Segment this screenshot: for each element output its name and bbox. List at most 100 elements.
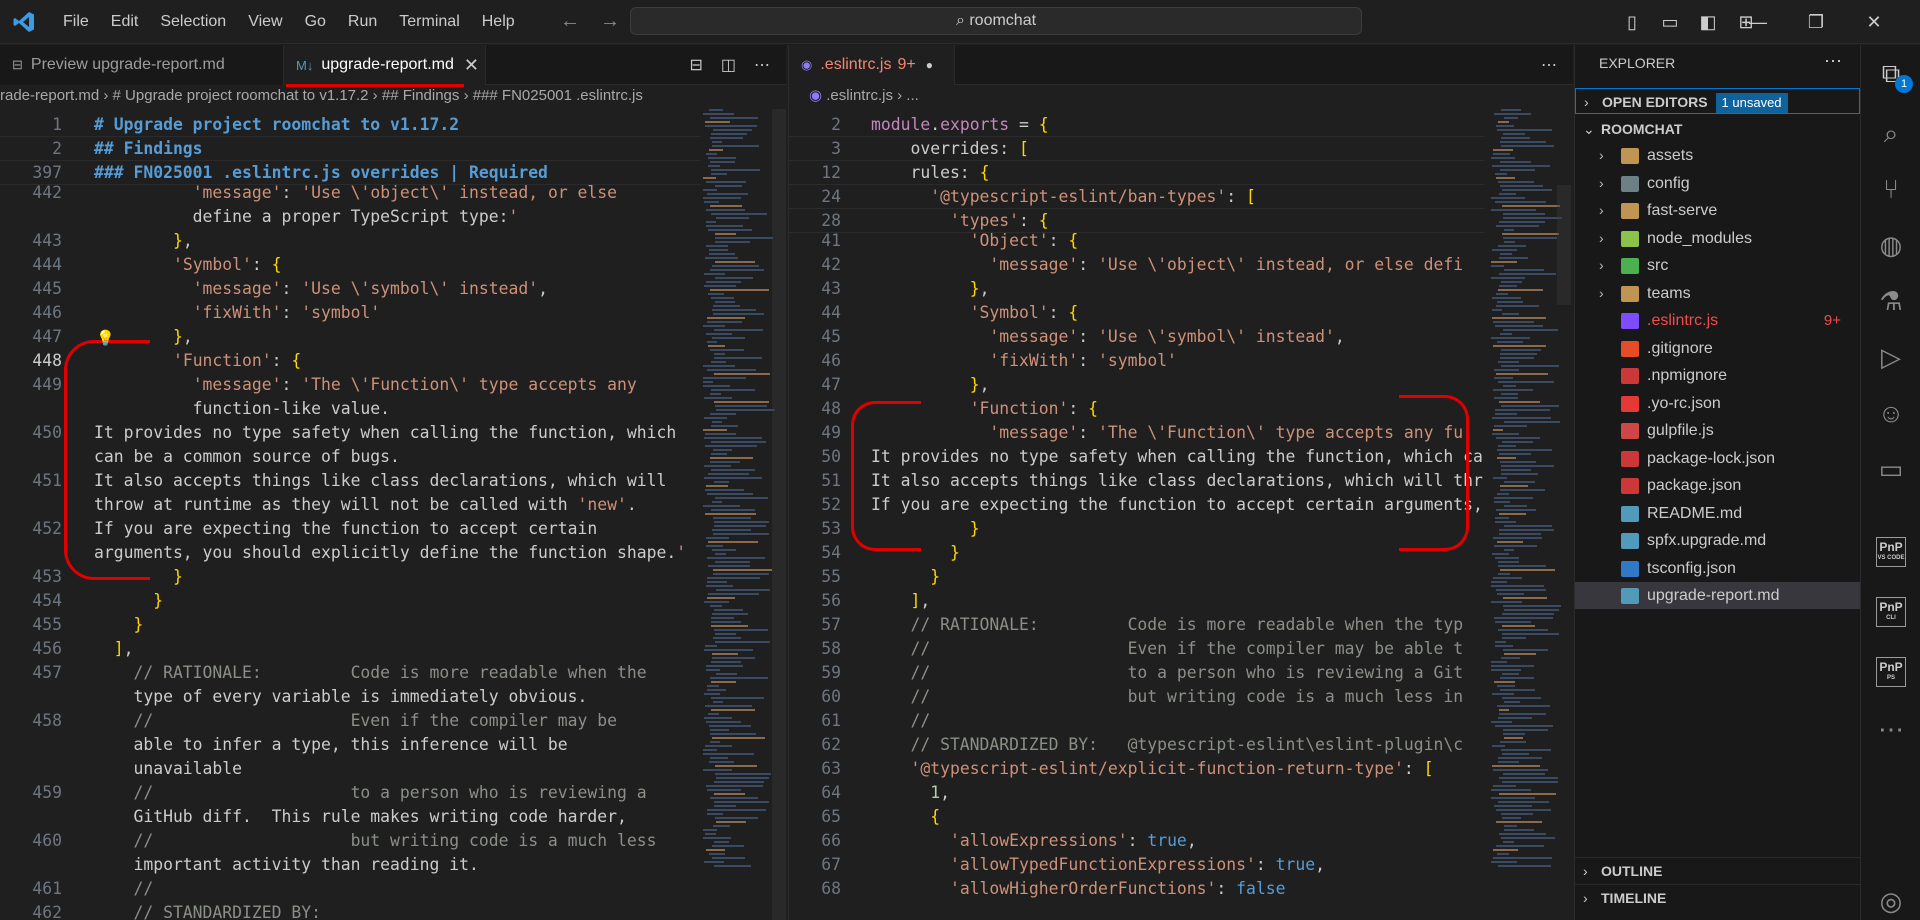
code-line[interactable]: unavailable (0, 757, 700, 781)
tree-folder[interactable]: › config (1575, 170, 1861, 197)
tree-file[interactable]: .npmignore (1575, 362, 1861, 389)
code-line[interactable]: 460 // but writing code is a much less (0, 829, 700, 853)
code-line[interactable]: 457 // RATIONALE: Code is more readable … (0, 661, 700, 685)
tree-file[interactable]: upgrade-report.md (1575, 582, 1861, 609)
code-line[interactable]: 55 } (789, 565, 1484, 589)
tree-file[interactable]: .eslintrc.js 9+ (1575, 307, 1861, 334)
source-control-icon[interactable]: ⑂ (1875, 173, 1907, 205)
more-icon[interactable]: ⋯ (1875, 713, 1907, 745)
code-line[interactable]: type of every variable is immediately ob… (0, 685, 700, 709)
code-line[interactable]: 462 // STANDARDIZED BY: (0, 901, 700, 920)
menu-help[interactable]: Help (471, 13, 526, 31)
tree-file[interactable]: .yo-rc.json (1575, 390, 1861, 417)
code-line[interactable]: 67 'allowTypedFunctionExpressions': true… (789, 853, 1484, 877)
code-line[interactable]: 43 }, (789, 277, 1484, 301)
more-actions-icon[interactable]: ⋯ (754, 55, 770, 75)
code-line[interactable]: 59 // to a person who is reviewing a Git (789, 661, 1484, 685)
sticky-scroll-line[interactable]: 1 # Upgrade project roomchat to v1.17.2 (0, 113, 700, 137)
timeline-section[interactable]: › TIMELINE (1575, 884, 1861, 910)
back-arrow-icon[interactable]: ← (560, 10, 600, 32)
accounts-icon[interactable]: ◎ (1875, 885, 1907, 917)
tree-file[interactable]: tsconfig.json (1575, 555, 1861, 582)
code-line[interactable]: 444 'Symbol': { (0, 253, 700, 277)
code-line[interactable]: 68 'allowHigherOrderFunctions': false (789, 877, 1484, 901)
code-line[interactable]: 56 ], (789, 589, 1484, 613)
pnp-ps-icon[interactable]: PnP PS (1876, 657, 1906, 687)
outline-section[interactable]: › OUTLINE (1575, 857, 1861, 883)
more-actions-icon[interactable]: ⋯ (1541, 55, 1557, 75)
tree-folder[interactable]: › teams (1575, 280, 1861, 307)
tree-file[interactable]: package-lock.json (1575, 445, 1861, 472)
code-line[interactable]: 63 '@typescript-eslint/explicit-function… (789, 757, 1484, 781)
restore-icon[interactable]: ❐ (1804, 10, 1828, 34)
tab-preview-upgrade-report[interactable]: ⊟ Preview upgrade-report.md (0, 45, 284, 85)
unsaved-dot-icon[interactable]: ● (926, 58, 933, 72)
pnp-vscode-icon[interactable]: PnP VS CODE (1876, 537, 1906, 567)
tree-folder[interactable]: › src (1575, 252, 1861, 279)
code-line[interactable]: GitHub diff. This rule makes writing cod… (0, 805, 700, 829)
tree-folder[interactable]: › node_modules (1575, 225, 1861, 252)
code-line[interactable]: 60 // but writing code is a much less in (789, 685, 1484, 709)
tab-eslintrc[interactable]: ◉ .eslintrc.js 9+ ● (789, 45, 955, 85)
menu-view[interactable]: View (237, 13, 293, 31)
code-line[interactable]: 47 }, (789, 373, 1484, 397)
code-line[interactable]: 442 'message': 'Use \'object\' instead, … (0, 181, 700, 205)
code-line[interactable]: 41 'Object': { (789, 229, 1484, 253)
toggle-panel-icon[interactable]: ▭ (1658, 10, 1682, 34)
code-line[interactable]: 445 'message': 'Use \'symbol\' instead', (0, 277, 700, 301)
close-icon[interactable]: ✕ (464, 55, 479, 76)
menu-run[interactable]: Run (337, 13, 388, 31)
search-icon[interactable]: ⌕ (1875, 117, 1907, 149)
scrollbar[interactable] (1557, 185, 1571, 305)
tree-folder[interactable]: › fast-serve (1575, 197, 1861, 224)
more-actions-icon[interactable]: ⋯ (1824, 51, 1842, 72)
code-line[interactable]: 66 'allowExpressions': true, (789, 829, 1484, 853)
sticky-scroll-line[interactable]: 3 overrides: [ (789, 137, 1484, 161)
code-line[interactable]: 458 // Even if the compiler may be (0, 709, 700, 733)
code-line[interactable]: 454 } (0, 589, 700, 613)
minimap[interactable] (703, 109, 783, 920)
code-line[interactable]: 58 // Even if the compiler may be able t (789, 637, 1484, 661)
code-line[interactable]: 455 } (0, 613, 700, 637)
code-line[interactable]: define a proper TypeScript type:' (0, 205, 700, 229)
code-line[interactable]: 42 'message': 'Use \'object\' instead, o… (789, 253, 1484, 277)
tree-file[interactable]: README.md (1575, 500, 1861, 527)
code-line[interactable]: 46 'fixWith': 'symbol' (789, 349, 1484, 373)
menu-terminal[interactable]: Terminal (388, 13, 470, 31)
menu-file[interactable]: File (52, 13, 100, 31)
menu-selection[interactable]: Selection (149, 13, 237, 31)
code-line[interactable]: 64 1, (789, 781, 1484, 805)
minimize-icon[interactable]: — (1746, 10, 1770, 34)
menu-go[interactable]: Go (294, 13, 337, 31)
copilot-icon[interactable]: ☺ (1875, 397, 1907, 429)
pnp-cli-icon[interactable]: PnP CLI (1876, 597, 1906, 627)
toggle-secondary-sidebar-icon[interactable]: ◧ (1696, 10, 1720, 34)
comments-icon[interactable]: ▭ (1875, 453, 1907, 485)
close-window-icon[interactable]: ✕ (1862, 10, 1886, 34)
tree-file[interactable]: spfx.upgrade.md (1575, 527, 1861, 554)
code-line[interactable]: 446 'fixWith': 'symbol' (0, 301, 700, 325)
open-preview-icon[interactable]: ⊟ (689, 55, 702, 75)
tab-upgrade-report-md[interactable]: M↓ upgrade-report.md ✕ (284, 45, 486, 85)
scrollbar[interactable] (772, 109, 786, 920)
code-line[interactable]: 65 { (789, 805, 1484, 829)
code-line[interactable]: important activity than reading it. (0, 853, 700, 877)
menu-edit[interactable]: Edit (100, 13, 150, 31)
tree-file[interactable]: .gitignore (1575, 335, 1861, 362)
sticky-scroll-line[interactable]: 2 module.exports = { (789, 113, 1484, 137)
toggle-primary-sidebar-icon[interactable]: ▯ (1620, 10, 1644, 34)
code-line[interactable]: 459 // to a person who is reviewing a (0, 781, 700, 805)
code-line[interactable]: 62 // STANDARDIZED BY: @typescript-eslin… (789, 733, 1484, 757)
code-line[interactable]: 57 // RATIONALE: Code is more readable w… (789, 613, 1484, 637)
command-center-search[interactable]: ⌕ roomchat (630, 7, 1362, 35)
tree-file[interactable]: gulpfile.js (1575, 417, 1861, 444)
code-line[interactable]: 44 'Symbol': { (789, 301, 1484, 325)
code-line[interactable]: 45 'message': 'Use \'symbol\' instead', (789, 325, 1484, 349)
code-line[interactable]: 456 ], (0, 637, 700, 661)
sticky-scroll-line[interactable]: 12 rules: { (789, 161, 1484, 185)
testing-flask-icon[interactable]: ⚗ (1875, 285, 1907, 317)
run-debug-icon[interactable]: ▷ (1875, 341, 1907, 373)
code-line[interactable]: able to infer a type, this inference wil… (0, 733, 700, 757)
github-icon[interactable]: ◍ (1875, 229, 1907, 261)
code-line[interactable]: 443 }, (0, 229, 700, 253)
